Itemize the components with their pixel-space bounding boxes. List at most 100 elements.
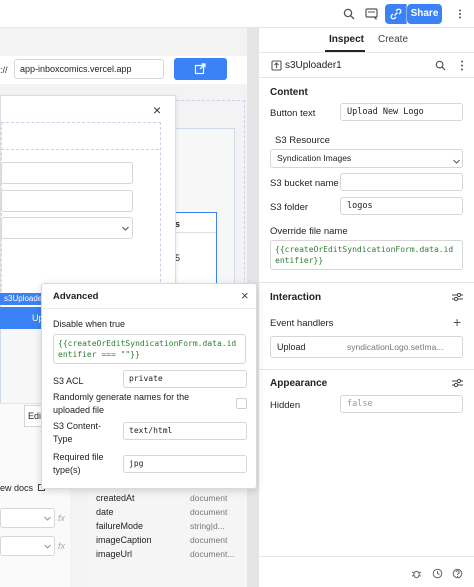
content-type-input[interactable]: text/html	[123, 422, 247, 440]
s3-resource-value: Syndication Images	[277, 153, 352, 163]
permissions-button[interactable]	[385, 4, 407, 24]
more-icon[interactable]	[457, 60, 467, 73]
required-type-value: jpg	[129, 459, 144, 468]
event-handlers-label: Event handlers	[270, 318, 334, 329]
top-bar: Share	[0, 0, 474, 28]
schema-field-type: string|d...	[190, 521, 225, 531]
advanced-popover: Advanced × Disable when true {{createOrE…	[41, 283, 257, 489]
url-input[interactable]: app-inboxcomics.vercel.app	[14, 59, 164, 79]
handler-event: Upload	[277, 342, 306, 352]
acl-input[interactable]: private	[123, 370, 247, 388]
search-icon[interactable]	[343, 8, 355, 22]
schema-field-name: createdAt	[96, 493, 135, 503]
modal-close-icon[interactable]: ×	[153, 102, 161, 118]
schema-field-type: document	[190, 535, 228, 545]
button-text-value: Upload New Logo	[347, 107, 424, 117]
tab-create[interactable]: Create	[378, 34, 408, 45]
component-name[interactable]: s3Uploader1	[285, 60, 342, 71]
modal-select[interactable]	[1, 217, 133, 239]
chevron-down-icon	[43, 514, 52, 525]
sliders-icon[interactable]	[452, 378, 463, 390]
divider	[259, 52, 474, 53]
comment-icon[interactable]	[365, 8, 378, 22]
hidden-input[interactable]: false	[340, 395, 463, 413]
table-cell: 5	[175, 253, 181, 263]
disable-label: Disable when true	[53, 319, 126, 329]
docs-link[interactable]: ew docs	[0, 483, 46, 493]
fx-field-1[interactable]	[0, 508, 55, 528]
docs-link-label: ew docs	[0, 483, 34, 493]
divider	[259, 77, 474, 78]
tab-inspect-label: Inspect	[329, 34, 365, 45]
schema-field-name: imageUrl	[96, 549, 133, 559]
content-type-label: S3 Content-Type	[53, 421, 102, 444]
divider	[42, 308, 256, 309]
sliders-icon[interactable]	[452, 292, 463, 304]
disable-input[interactable]: {{createOrEditSyndicationForm.data.ident…	[53, 334, 246, 364]
s3-resource-label: S3 Resource	[275, 135, 330, 146]
search-icon[interactable]	[435, 60, 446, 73]
acl-label: S3 ACL	[53, 376, 84, 386]
handler-action: syndicationLogo.setIma...	[347, 342, 444, 352]
fx-field-2[interactable]	[0, 536, 55, 556]
s3-resource-select[interactable]: Syndication Images	[270, 149, 463, 168]
modal-row	[1, 126, 159, 150]
bucket-input[interactable]	[340, 173, 463, 191]
schema-field-name: date	[96, 507, 114, 517]
tab-create-label: Create	[378, 34, 409, 45]
event-handler-row[interactable]: Upload syndicationLogo.setIma...	[270, 336, 463, 358]
random-names-checkbox[interactable]	[236, 398, 247, 409]
external-link-icon	[194, 63, 206, 77]
table-header: s	[173, 213, 216, 233]
chevron-down-icon	[452, 155, 461, 167]
chevron-down-icon	[43, 542, 52, 553]
history-icon[interactable]	[432, 568, 443, 581]
edit-tab-label: Edi	[28, 411, 42, 421]
disable-code: {{createOrEditSyndicationForm.data.ident…	[58, 339, 237, 359]
override-input[interactable]: {{createOrEditSyndicationForm.data.ident…	[270, 240, 463, 270]
open-url-button[interactable]	[174, 58, 227, 80]
acl-placeholder: private	[129, 374, 163, 383]
content-section-title: Content	[270, 87, 308, 98]
fx-icon[interactable]: fx	[58, 513, 65, 523]
add-icon[interactable]: +	[453, 315, 461, 329]
modal: ×	[0, 95, 176, 315]
required-type-label: Required file type(s)	[53, 452, 104, 475]
url-value: app-inboxcomics.vercel.app	[20, 64, 132, 74]
schema-field-name: imageCaption	[96, 535, 152, 545]
required-type-input[interactable]: jpg	[123, 455, 247, 473]
interaction-section-title: Interaction	[270, 292, 322, 303]
inspector-panel: Inspect Create s3Uploader1 Content Butto…	[258, 28, 474, 587]
hidden-label: Hidden	[270, 400, 301, 411]
uploader-icon	[271, 60, 282, 73]
appearance-section-title: Appearance	[270, 378, 328, 389]
share-button[interactable]: Share	[407, 4, 442, 24]
hidden-placeholder: false	[347, 399, 373, 409]
random-names-label: Randomly generate names for the uploaded…	[53, 392, 190, 415]
schema-field-name: failureMode	[96, 521, 144, 531]
folder-value: logos	[347, 201, 373, 211]
schema-field-type: document	[190, 507, 228, 517]
button-text-input[interactable]: Upload New Logo	[340, 103, 463, 121]
debug-icon[interactable]	[411, 568, 422, 581]
schema-field-type: document	[190, 493, 228, 503]
popover-close-icon[interactable]: ×	[241, 288, 249, 303]
help-icon[interactable]	[452, 568, 463, 581]
advanced-title: Advanced	[53, 291, 99, 302]
override-label: Override file name	[270, 226, 348, 237]
link-icon	[390, 8, 402, 22]
fx-icon[interactable]: fx	[58, 541, 65, 551]
bucket-label: S3 bucket name	[270, 178, 339, 189]
schema-field-type: document...	[190, 549, 235, 559]
folder-label: S3 folder	[270, 202, 309, 213]
divider	[259, 369, 474, 370]
chevron-down-icon	[121, 224, 130, 235]
content-type-placeholder: text/html	[129, 426, 173, 435]
folder-input[interactable]: logos	[340, 197, 463, 215]
url-prefix: ://	[0, 65, 8, 75]
tab-inspect[interactable]: Inspect	[325, 34, 365, 52]
divider	[259, 282, 474, 283]
more-icon[interactable]	[455, 9, 465, 21]
modal-input-1[interactable]	[1, 162, 133, 184]
modal-input-2[interactable]	[1, 190, 133, 212]
